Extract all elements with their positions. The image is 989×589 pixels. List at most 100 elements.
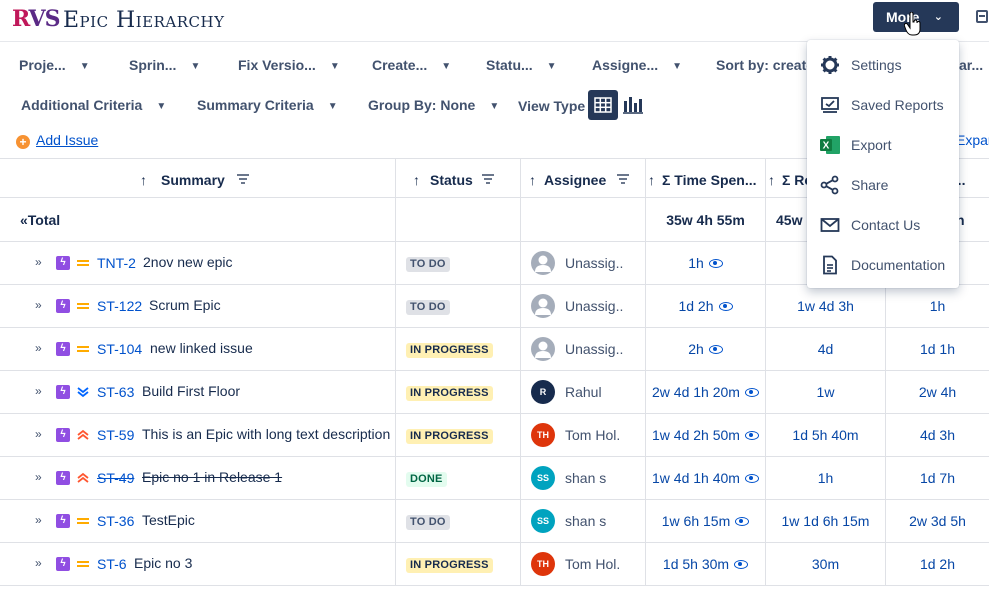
filter-fix-version[interactable]: Fix Versio... ▼ (238, 57, 340, 73)
issue-summary: Scrum Epic (149, 297, 221, 313)
filter-group-by[interactable]: Group By: None ▼ (368, 97, 499, 113)
column-header-summary[interactable]: ↑ Summary (0, 159, 396, 197)
status-badge: IN PROGRESS (406, 343, 493, 358)
remaining-value: 30m (811, 556, 840, 572)
expand-row-icon[interactable]: » (35, 513, 42, 527)
filter-summary-criteria[interactable]: Summary Criteria ▼ (197, 97, 338, 113)
issue-key-link[interactable]: ST-122 (97, 298, 142, 314)
filter-created[interactable]: Create... ▼ (372, 57, 451, 73)
filter-status[interactable]: Statu... ▼ (486, 57, 557, 73)
time-spent-value: 1w 4d 2h 50m (646, 427, 765, 443)
time-spent-value: 2h (646, 341, 765, 357)
avatar (531, 294, 555, 318)
avatar: SS (531, 466, 555, 490)
priority-medium-icon (77, 518, 89, 524)
chevron-down-icon: ▼ (441, 61, 452, 72)
menu-item-contact-us[interactable]: Contact Us (807, 205, 959, 245)
priority-medium-icon (77, 561, 89, 567)
priority-highest-icon (77, 429, 89, 440)
status-badge: TO DO (406, 515, 450, 530)
third-value: 1d 2h (919, 556, 956, 572)
eye-icon[interactable] (708, 345, 723, 354)
third-value: 2w 4h (918, 384, 957, 400)
eye-icon[interactable] (708, 259, 723, 268)
table-row[interactable]: » ϟ ST-122 Scrum Epic TO DO Unassig.. 1d 2h 1w … (0, 285, 989, 328)
expand-row-icon[interactable]: » (35, 470, 42, 484)
filter-icon[interactable] (617, 174, 629, 184)
expand-row-icon[interactable]: » (35, 341, 42, 355)
issue-key-link[interactable]: ST-6 (97, 556, 127, 572)
time-spent-value: 1w 6h 15m (646, 513, 765, 529)
eye-icon[interactable] (718, 302, 733, 311)
column-header-assignee[interactable]: ↑ Assignee (521, 159, 646, 197)
chevron-down-icon: ▼ (327, 101, 338, 112)
time-spent-value: 1d 2h (646, 298, 765, 314)
table-row[interactable]: » ϟ ST-36 TestEpic TO DO SS shan s 1w 6h 15m 1w … (0, 500, 989, 543)
remaining-value: 1h (817, 470, 834, 486)
issue-key-link[interactable]: ST-63 (97, 384, 134, 400)
expand-row-icon[interactable]: » (35, 298, 42, 312)
issue-key-link[interactable]: TNT-2 (97, 255, 136, 271)
menu-item-saved-reports[interactable]: Saved Reports (807, 85, 959, 125)
filter-assignee[interactable]: Assigne... ▼ (592, 57, 682, 73)
view-type-table-button[interactable] (588, 90, 618, 120)
eye-icon[interactable] (744, 388, 759, 397)
menu-item-settings[interactable]: Settings (807, 45, 959, 85)
priority-medium-icon (77, 260, 89, 266)
assignee-name: Rahul (565, 384, 602, 400)
issue-key-link[interactable]: ST-59 (97, 427, 134, 443)
app-header: RVS Epic Hierarchy More ⌄ (0, 0, 989, 42)
expand-row-icon[interactable]: » (35, 255, 42, 269)
table-row[interactable]: » ϟ ST-63 Build First Floor IN PROGRESS R Rahu… (0, 371, 989, 414)
assignee-name: shan s (565, 513, 607, 529)
issue-key-link[interactable]: ST-104 (97, 341, 142, 357)
table-grid-icon (594, 97, 612, 113)
chevron-down-icon: ▼ (489, 101, 500, 112)
tray-icon[interactable] (976, 10, 988, 23)
filter-sort-by[interactable]: Sort by: create (716, 57, 814, 73)
issue-summary: Epic no 1 in Release 1 (142, 469, 283, 485)
sort-arrow-icon: ↑ (413, 172, 420, 188)
eye-icon[interactable] (735, 517, 750, 526)
avatar: TH (531, 423, 555, 447)
expand-link[interactable]: Expar (956, 132, 989, 148)
issue-summary: new linked issue (150, 340, 253, 356)
assignee-name: Tom Hol. (565, 556, 621, 572)
filter-hierarchy[interactable]: ar... (959, 57, 983, 73)
epic-icon: ϟ (56, 557, 70, 571)
issue-key-link[interactable]: ST-36 (97, 513, 134, 529)
status-badge: IN PROGRESS (406, 429, 493, 444)
filter-project[interactable]: Proje... ▼ (19, 57, 90, 73)
issue-key-link[interactable]: ST-49 (97, 470, 134, 486)
eye-icon[interactable] (744, 431, 759, 440)
menu-item-share[interactable]: Share (807, 165, 959, 205)
eye-icon[interactable] (734, 560, 749, 569)
total-label[interactable]: «Total (20, 212, 60, 228)
menu-item-documentation[interactable]: Documentation (807, 245, 959, 285)
eye-icon[interactable] (744, 474, 759, 483)
filter-additional-criteria[interactable]: Additional Criteria ▼ (21, 97, 166, 113)
menu-item-export[interactable]: X Export (807, 125, 959, 165)
view-type-label: View Type (518, 98, 586, 114)
time-spent-value: 1h (646, 255, 765, 271)
epic-icon: ϟ (56, 514, 70, 528)
filter-icon[interactable] (482, 174, 494, 184)
table-row[interactable]: » ϟ ST-104 new linked issue IN PROGRESS Unass… (0, 328, 989, 371)
priority-medium-icon (77, 346, 89, 352)
avatar: R (531, 380, 555, 404)
remaining-value: 1d 5h 40m (792, 427, 859, 443)
expand-row-icon[interactable]: » (35, 427, 42, 441)
table-row[interactable]: » ϟ ST-49 Epic no 1 in Release 1 DONE SS shan … (0, 457, 989, 500)
remaining-value: 1w 1d 6h 15m (781, 513, 870, 529)
expand-row-icon[interactable]: » (35, 384, 42, 398)
add-issue-link[interactable]: + Add Issue (16, 132, 98, 149)
envelope-icon (820, 218, 840, 232)
bar-chart-icon[interactable] (622, 93, 644, 115)
filter-sprint[interactable]: Sprin... ▼ (129, 57, 200, 73)
table-row[interactable]: » ϟ ST-6 Epic no 3 IN PROGRESS TH Tom Hol. 1d 5… (0, 543, 989, 586)
table-row[interactable]: » ϟ ST-59 This is an Epic with long text de… (0, 414, 989, 457)
expand-row-icon[interactable]: » (35, 556, 42, 570)
filter-icon[interactable] (237, 174, 249, 184)
column-header-status[interactable]: ↑ Status (396, 159, 521, 197)
column-header-time-spent[interactable]: ↑ Σ Time Spen... (646, 159, 766, 197)
